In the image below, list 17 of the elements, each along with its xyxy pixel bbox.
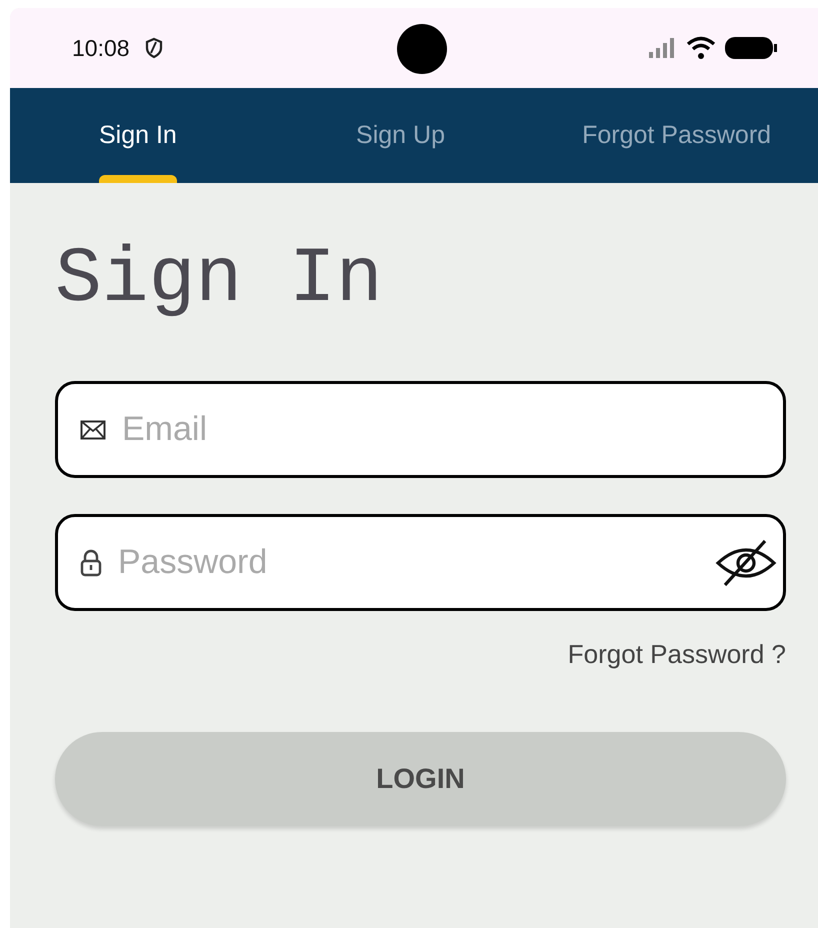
password-field[interactable]: Password [55,514,786,611]
tab[interactable]: Sign In [10,88,266,183]
lock-icon [80,548,102,576]
tab[interactable]: Sign Up [266,88,536,183]
page-title: Sign In [55,241,384,319]
tab[interactable]: Forgot Password [535,88,818,183]
wifi-icon [686,36,716,60]
envelope-icon [80,420,106,440]
battery-icon [724,35,778,61]
clock-time: 10:08 [72,34,130,62]
camera-dot [397,24,447,74]
shield-icon [144,37,164,59]
eye-crossed-icon[interactable] [715,538,777,586]
email-input[interactable]: Email [120,409,777,450]
password-input[interactable]: Password [116,542,715,583]
forgot-password-link[interactable]: Forgot Password ? [568,639,786,670]
email-field[interactable]: Email [55,381,786,478]
